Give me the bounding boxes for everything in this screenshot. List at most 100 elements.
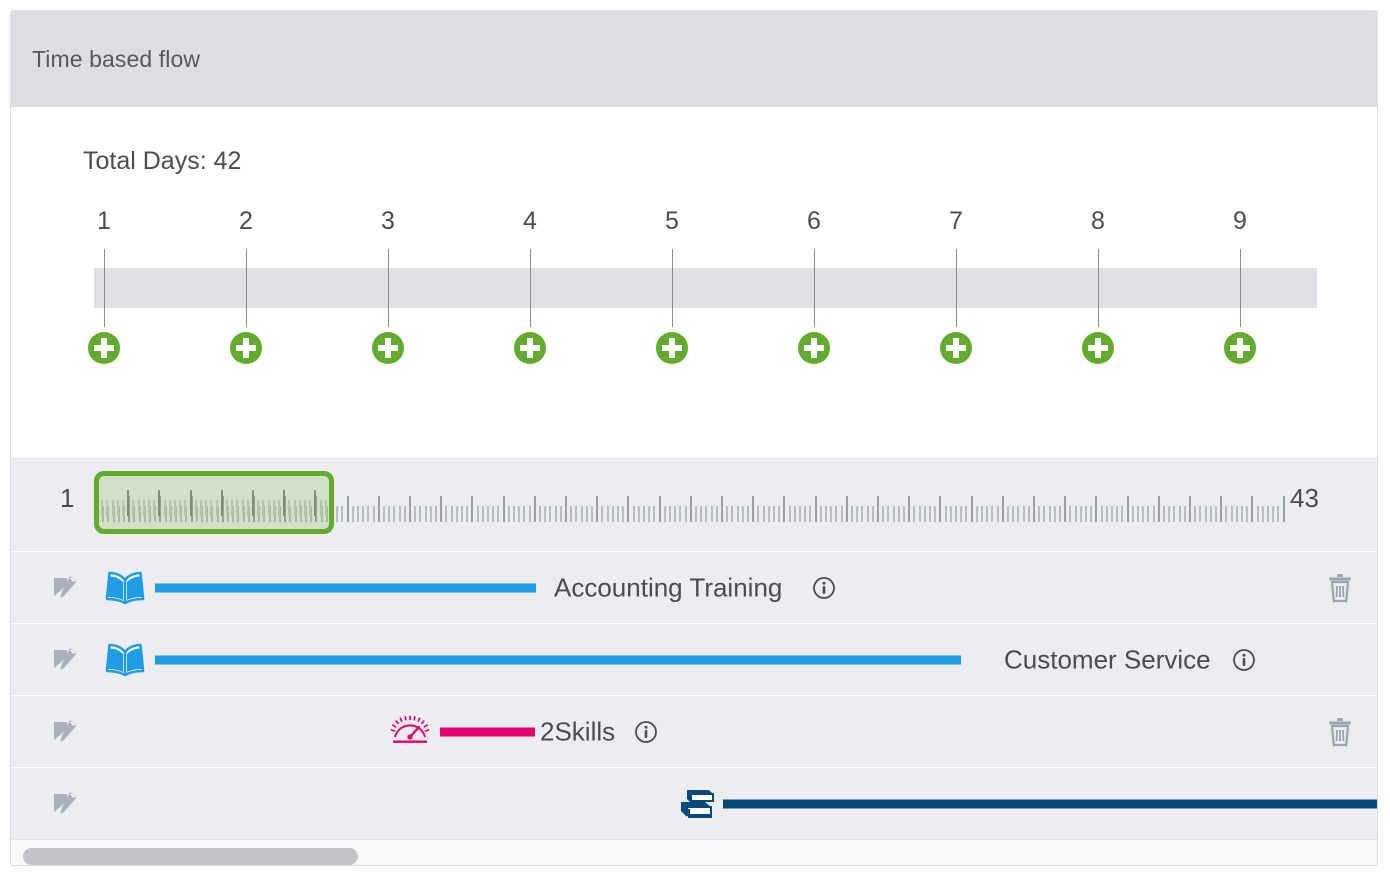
add-step-plus-icon[interactable]: [372, 332, 404, 364]
ruler-tick: [539, 506, 541, 522]
range-selection-handle[interactable]: [94, 471, 334, 534]
ruler-tick: [283, 490, 286, 516]
ruler-tick: [986, 506, 989, 522]
ruler-tick: [1204, 506, 1207, 522]
ruler-tick: [1199, 506, 1202, 522]
ruler-tick: [923, 506, 926, 522]
flow-item-row[interactable]: Accounting Training: [11, 552, 1377, 624]
ruler-tick: [960, 506, 963, 522]
ruler-tick: [487, 506, 489, 522]
ruler-tick: [731, 506, 734, 522]
ruler-tick: [388, 506, 391, 522]
ruler-tick: [168, 500, 171, 516]
trash-icon[interactable]: [1327, 717, 1353, 747]
ruler-tick: [1100, 506, 1103, 522]
add-step-plus-icon[interactable]: [798, 332, 830, 364]
ruler-tick: [809, 506, 812, 522]
ruler-tick: [554, 506, 557, 522]
ruler-tick: [513, 506, 515, 522]
add-step-plus-icon[interactable]: [230, 332, 262, 364]
flow-item-label: 2Skills: [540, 716, 616, 746]
ruler-tick: [497, 506, 500, 522]
add-step-plus-icon[interactable]: [1224, 332, 1256, 364]
horizontal-scrollbar-thumb[interactable]: [23, 848, 358, 865]
ruler-tick: [309, 500, 312, 516]
ruler-tick: [445, 506, 448, 522]
ruler-tick: [96, 490, 98, 516]
ruler-tick: [669, 506, 671, 522]
ruler-tick: [1225, 506, 1228, 522]
ruler-tick: [346, 496, 349, 522]
info-icon[interactable]: [812, 576, 836, 600]
flow-item-row[interactable]: Customer Service: [11, 624, 1377, 696]
timeline-section: Total Days: 42 1 2 3 4 5 6 7 8 9: [11, 107, 1377, 459]
ruler-tick: [1241, 506, 1243, 522]
add-step-plus-icon[interactable]: [656, 332, 688, 364]
ruler-tick: [856, 506, 859, 522]
flow-item-row[interactable]: [11, 768, 1377, 839]
edit-icon[interactable]: [52, 574, 80, 602]
timeline-day-tick: [672, 249, 673, 327]
flow-item-duration-bar[interactable]: [723, 799, 1377, 808]
ruler-tick: [241, 500, 244, 516]
ruler-tick: [726, 506, 729, 522]
ruler-tick: [210, 500, 213, 516]
timeline-day-tick: [388, 249, 389, 327]
ruler-tick: [575, 506, 578, 522]
trash-icon[interactable]: [1327, 573, 1353, 603]
edit-icon[interactable]: [52, 646, 80, 674]
ruler-tick: [1033, 496, 1035, 522]
ruler-tick: [471, 496, 474, 522]
ruler-tick: [861, 506, 864, 522]
add-step-plus-icon[interactable]: [1082, 332, 1114, 364]
flow-item-duration-bar[interactable]: [440, 727, 535, 736]
horizontal-scrollbar-track[interactable]: [11, 839, 1377, 865]
timeline-day-tick: [530, 249, 531, 327]
ruler-tick: [871, 506, 874, 522]
ruler-tick: [429, 506, 432, 522]
ruler-tick: [580, 506, 583, 522]
ruler-tick: [142, 500, 145, 516]
ruler-tick: [163, 500, 166, 516]
flow-item-row[interactable]: 2Skills: [11, 696, 1377, 768]
timeline-track[interactable]: [94, 268, 1317, 308]
ruler-tick: [226, 500, 228, 516]
ruler-tick: [528, 506, 531, 522]
ruler-tick: [1272, 506, 1275, 522]
add-step-plus-icon[interactable]: [514, 332, 546, 364]
flow-item-duration-bar[interactable]: [155, 655, 961, 664]
ruler-tick: [1194, 506, 1197, 522]
info-icon[interactable]: [1232, 648, 1256, 672]
ruler-tick: [596, 496, 599, 522]
ruler-tick: [679, 506, 682, 522]
ruler-tick: [1121, 506, 1124, 522]
edit-icon[interactable]: [52, 790, 80, 818]
ruler-tick: [1178, 506, 1181, 522]
ruler-tick: [1064, 496, 1067, 522]
ruler-tick: [231, 500, 234, 516]
ruler-tick: [523, 506, 526, 522]
timeline-day-number: 3: [381, 207, 395, 235]
edit-icon[interactable]: [52, 718, 80, 746]
add-step-plus-icon[interactable]: [940, 332, 972, 364]
ruler-tick: [991, 506, 994, 522]
timeline-day-tick: [1240, 249, 1241, 327]
ruler-tick: [929, 506, 931, 522]
ruler-tick: [1012, 506, 1015, 522]
flow-item-duration-bar[interactable]: [155, 583, 536, 592]
timeline-track-wrap: 1 2 3 4 5 6 7 8 9: [11, 207, 1377, 387]
ruler-tick: [1235, 506, 1238, 522]
ruler-tick: [455, 506, 458, 522]
info-icon[interactable]: [634, 720, 658, 744]
ruler-tick: [267, 500, 270, 516]
ruler-tick: [262, 500, 265, 516]
ruler-tick: [866, 506, 869, 522]
ruler-tick: [1282, 496, 1285, 522]
total-days-label: Total Days: 42: [83, 147, 242, 175]
ruler-tick: [481, 506, 484, 522]
add-step-plus-icon[interactable]: [88, 332, 120, 364]
ruler-tick: [663, 506, 666, 522]
ruler-tick: [788, 506, 791, 522]
panel-header: Time based flow: [11, 11, 1377, 107]
ruler-tick: [606, 506, 609, 522]
